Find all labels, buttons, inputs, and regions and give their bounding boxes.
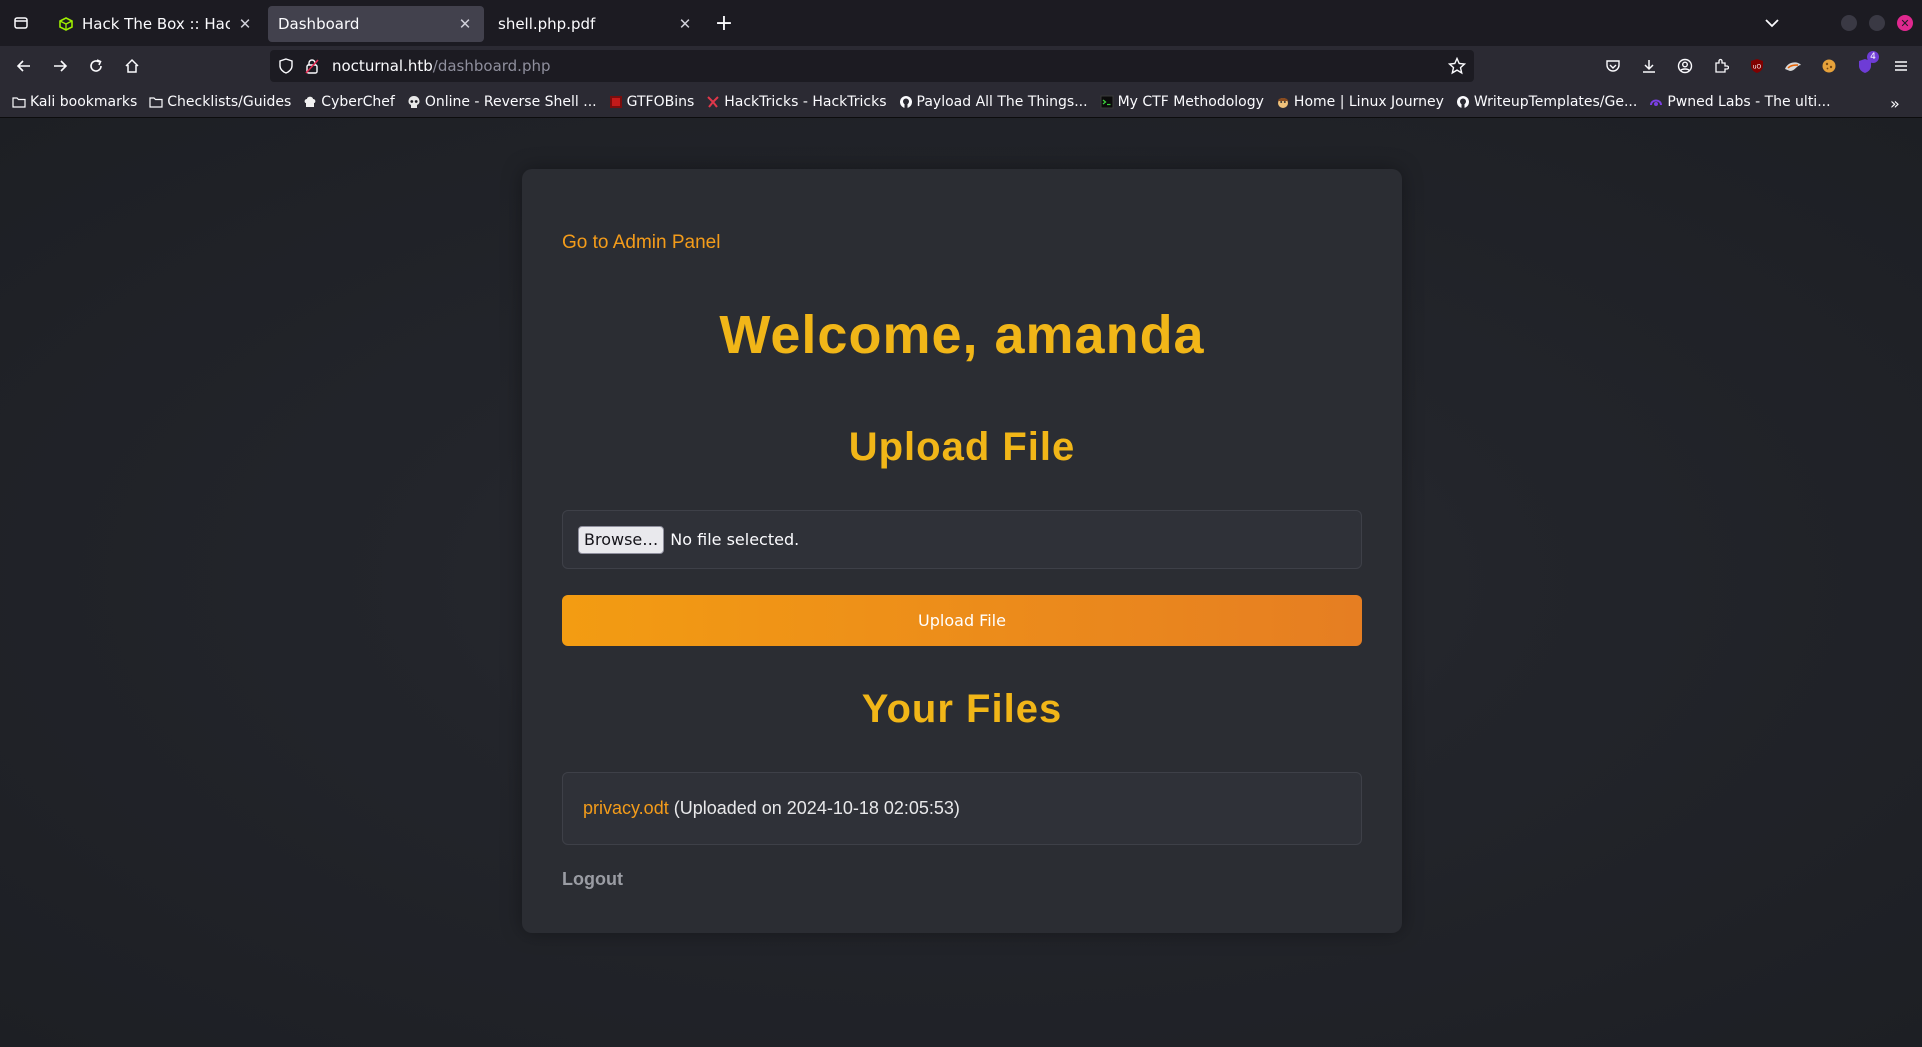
minimize-button[interactable] [1841, 15, 1857, 31]
folder-icon [12, 95, 26, 109]
htb-cube-icon [58, 16, 74, 32]
list-item: privacy.odt (Uploaded on 2024-10-18 02:0… [562, 772, 1362, 845]
url-path: /dashboard.php [432, 57, 551, 75]
tab-title: shell.php.pdf [498, 15, 596, 33]
chef-icon [303, 95, 317, 109]
forward-arrow-icon [54, 60, 68, 72]
new-tab-button[interactable]: + [708, 7, 740, 39]
hacktricks-icon [706, 95, 720, 109]
chevron-down-icon[interactable] [1760, 12, 1784, 34]
cookie-icon[interactable] [1811, 50, 1847, 82]
url-host: nocturnal.htb [332, 57, 433, 75]
back-arrow-icon [16, 60, 30, 72]
hamburger-menu-icon[interactable] [1883, 50, 1919, 82]
bookmark-label: My CTF Methodology [1117, 93, 1264, 110]
bookmark-cyberchef[interactable]: CyberChef [303, 94, 395, 110]
github-icon [1456, 95, 1470, 109]
logout-link[interactable]: Logout [562, 869, 623, 890]
page-viewport: Go to Admin Panel Welcome, amanda Upload… [0, 118, 1922, 1047]
gtfobins-icon [609, 95, 623, 109]
bookmark-ctf-methodology[interactable]: My CTF Methodology [1100, 94, 1264, 110]
pocket-icon[interactable] [1595, 50, 1631, 82]
home-icon [125, 58, 139, 73]
bookmark-star-icon[interactable] [1447, 56, 1467, 79]
dashboard-card: Go to Admin Panel Welcome, amanda Upload… [522, 169, 1402, 933]
upload-heading: Upload File [848, 425, 1076, 469]
tab-dashboard[interactable]: Dashboard ✕ [268, 6, 484, 42]
file-upload-meta: (Uploaded on 2024-10-18 02:05:53) [673, 798, 960, 818]
pwnedlabs-icon [1649, 95, 1663, 109]
tab-title: Dashboard [278, 15, 360, 33]
extensions-icon[interactable] [1703, 50, 1739, 82]
url-text: nocturnal.htb/dashboard.php [332, 57, 551, 75]
maximize-button[interactable] [1869, 15, 1885, 31]
tab-list-button[interactable] [0, 0, 42, 46]
bookmark-label: Online - Reverse Shell ... [424, 93, 597, 110]
bookmark-label: CyberChef [321, 93, 395, 110]
upload-file-button[interactable]: Upload File [562, 595, 1362, 646]
reload-button[interactable] [78, 50, 114, 82]
home-button[interactable] [114, 50, 150, 82]
navigation-bar: nocturnal.htb/dashboard.php uO 4 [0, 46, 1922, 86]
bookmark-label: GTFOBins [626, 93, 695, 110]
file-input[interactable]: Browse… No file selected. [562, 510, 1362, 569]
tab-shell-pdf[interactable]: shell.php.pdf ✕ [488, 6, 704, 42]
tab-strip: Hack The Box :: Hack The ✕ Dashboard ✕ s… [0, 0, 1922, 46]
bookmark-pwned-labs[interactable]: Pwned Labs - The ulti... [1649, 93, 1831, 110]
bookmark-checklists[interactable]: Checklists/Guides [149, 94, 291, 110]
file-status-text: No file selected. [670, 530, 800, 549]
bookmark-linux-journey[interactable]: Home | Linux Journey [1276, 94, 1444, 110]
close-tab-icon[interactable]: ✕ [236, 15, 254, 33]
downloads-icon[interactable] [1631, 50, 1667, 82]
bookmark-label: Kali bookmarks [30, 93, 138, 110]
bookmark-label: Pwned Labs - The ulti... [1667, 93, 1831, 110]
bookmark-hacktricks[interactable]: HackTricks - HackTricks [706, 93, 887, 110]
bookmark-kali[interactable]: Kali bookmarks [12, 94, 137, 110]
bookmark-writeup-templates[interactable]: WriteupTemplates/Ge... [1456, 94, 1637, 110]
bookmark-label: HackTricks - HackTricks [724, 93, 887, 110]
bookmark-label: Home | Linux Journey [1293, 93, 1444, 110]
reload-icon [90, 59, 102, 72]
browse-button[interactable]: Browse… [578, 525, 665, 554]
terminal-icon [1100, 95, 1114, 109]
close-window-button[interactable]: ✕ [1897, 15, 1913, 31]
bookmarks-overflow-icon[interactable]: » [1890, 94, 1900, 113]
close-tab-icon[interactable]: ✕ [676, 15, 694, 33]
back-button[interactable] [6, 50, 42, 82]
account-icon[interactable] [1667, 50, 1703, 82]
linux-journey-icon [1276, 95, 1290, 109]
bookmark-label: Payload All The Things... [916, 93, 1088, 110]
tab-list-icon [14, 17, 28, 29]
bookmark-payloads[interactable]: Payload All The Things... [899, 94, 1088, 110]
file-link[interactable]: privacy.odt [583, 798, 669, 819]
foxyproxy-icon[interactable] [1775, 50, 1811, 82]
bookmark-gtfobins[interactable]: GTFOBins [609, 93, 695, 110]
skull-icon [407, 95, 421, 109]
insecure-lock-icon[interactable] [300, 58, 324, 74]
forward-button[interactable] [42, 50, 78, 82]
admin-panel-link[interactable]: Go to Admin Panel [562, 232, 720, 254]
bookmarks-toolbar: Kali bookmarks Checklists/Guides CyberCh… [0, 86, 1922, 118]
toolbar-icons: uO 4 [1595, 46, 1919, 86]
extension-badge: 4 [1867, 51, 1879, 63]
shield-icon[interactable] [272, 58, 300, 74]
svg-text:uO: uO [1753, 64, 1762, 71]
url-bar[interactable]: nocturnal.htb/dashboard.php [270, 50, 1474, 82]
close-tab-icon[interactable]: ✕ [456, 15, 474, 33]
bookmark-label: Checklists/Guides [167, 93, 292, 110]
shield-extension-icon[interactable]: 4 [1847, 50, 1883, 82]
folder-icon [149, 95, 163, 109]
github-icon [899, 95, 913, 109]
tab-htb[interactable]: Hack The Box :: Hack The ✕ [48, 6, 264, 42]
bookmark-label: WriteupTemplates/Ge... [1473, 93, 1638, 110]
bookmark-revshell[interactable]: Online - Reverse Shell ... [407, 94, 597, 110]
tab-title: Hack The Box :: Hack The [82, 15, 230, 33]
ublock-icon[interactable]: uO [1739, 50, 1775, 82]
welcome-heading: Welcome, amanda [719, 305, 1205, 365]
files-heading: Your Files [861, 687, 1063, 731]
